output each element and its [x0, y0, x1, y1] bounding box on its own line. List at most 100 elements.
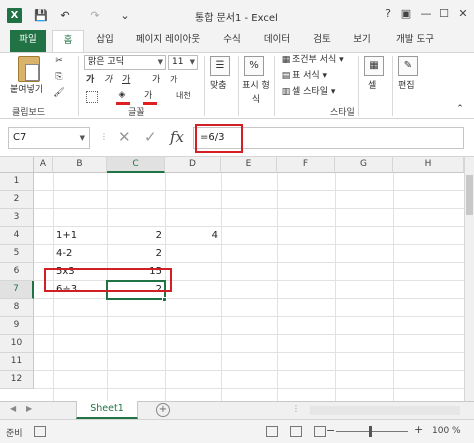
- zoom-slider[interactable]: [336, 431, 408, 432]
- font-color-icon[interactable]: 가: [144, 89, 152, 103]
- paste-icon[interactable]: [18, 56, 40, 82]
- insert-function-icon[interactable]: fx: [170, 128, 184, 146]
- ribbon-display-button[interactable]: ▣: [398, 6, 414, 22]
- horizontal-scrollbar[interactable]: [310, 406, 460, 415]
- excel-logo-icon: X: [7, 8, 22, 23]
- collapse-ribbon-icon[interactable]: ⌃: [454, 103, 466, 115]
- vertical-scroll-thumb[interactable]: [466, 175, 473, 215]
- cells-button[interactable]: 셀: [368, 79, 376, 93]
- sheet-tab-sheet1[interactable]: Sheet1: [76, 401, 138, 419]
- tab-insert[interactable]: 삽입: [88, 30, 122, 52]
- row-header-2[interactable]: 2: [0, 191, 34, 209]
- cell-c4[interactable]: 2: [107, 227, 165, 245]
- cell-c5[interactable]: 2: [107, 245, 165, 263]
- phonetic-icon[interactable]: 내천: [176, 89, 191, 103]
- fill-handle[interactable]: [162, 297, 167, 302]
- fill-color-icon[interactable]: ◈: [116, 89, 128, 101]
- macro-record-icon[interactable]: [34, 426, 46, 437]
- tab-formulas[interactable]: 수식: [214, 30, 250, 52]
- tab-file[interactable]: 파일: [10, 30, 46, 52]
- row-header-8[interactable]: 8: [0, 299, 34, 317]
- normal-view-icon[interactable]: [266, 426, 278, 437]
- border-icon[interactable]: [86, 91, 98, 103]
- zoom-slider-thumb[interactable]: [369, 426, 372, 437]
- column-header-c[interactable]: C: [107, 157, 165, 173]
- cell-d4[interactable]: 4: [165, 227, 221, 245]
- alignment-button[interactable]: 맞춤: [210, 79, 227, 93]
- sheet-tab-bar: ◀ ▶ Sheet1 + ⋮: [0, 401, 474, 419]
- row-header-9[interactable]: 9: [0, 317, 34, 335]
- group-separator: [78, 56, 79, 116]
- row-header-1[interactable]: 1: [0, 173, 34, 191]
- gridline: [34, 190, 464, 191]
- add-sheet-icon[interactable]: +: [156, 403, 170, 417]
- conditional-format-button[interactable]: ▦ 조건부 서식 ▾: [280, 53, 344, 67]
- row-header-10[interactable]: 10: [0, 335, 34, 353]
- tab-review[interactable]: 검토: [304, 30, 340, 52]
- formula-highlight-box: [195, 124, 243, 153]
- zoom-out-icon[interactable]: −: [326, 424, 335, 437]
- tab-split-grip-icon[interactable]: ⋮: [292, 404, 300, 413]
- paste-button[interactable]: 붙여넣기: [10, 83, 43, 97]
- cell-b5[interactable]: 4-2: [53, 245, 107, 263]
- bold-icon[interactable]: 가: [86, 73, 94, 87]
- tab-home[interactable]: 홈: [52, 30, 84, 53]
- column-header-d[interactable]: D: [165, 157, 221, 173]
- number-format-button[interactable]: 표시 형식: [240, 79, 272, 107]
- save-icon[interactable]: 💾: [34, 8, 48, 23]
- page-break-view-icon[interactable]: [314, 426, 326, 437]
- help-button[interactable]: ?: [380, 6, 396, 22]
- enter-icon[interactable]: ✓: [144, 128, 157, 146]
- format-as-table-button[interactable]: ▤ 표 서식 ▾: [280, 69, 327, 83]
- tab-page-layout[interactable]: 페이지 레이아웃: [126, 30, 210, 52]
- column-header-f[interactable]: F: [277, 157, 335, 173]
- row-header-4[interactable]: 4: [0, 227, 34, 245]
- cells-icon[interactable]: ▦: [364, 56, 384, 76]
- select-all-corner[interactable]: [0, 157, 34, 173]
- underline-icon[interactable]: 가: [122, 73, 130, 87]
- undo-icon[interactable]: ↶: [58, 8, 72, 23]
- column-header-b[interactable]: B: [53, 157, 107, 173]
- row-header-5[interactable]: 5: [0, 245, 34, 263]
- column-header-g[interactable]: G: [335, 157, 393, 173]
- page-layout-view-icon[interactable]: [290, 426, 302, 437]
- editing-button[interactable]: 편집: [398, 79, 415, 93]
- row-header-6[interactable]: 6: [0, 263, 34, 281]
- format-painter-icon[interactable]: 🖌: [53, 87, 65, 99]
- cancel-icon[interactable]: ✕: [118, 128, 131, 146]
- grow-font-icon[interactable]: 가: [152, 73, 160, 87]
- editing-icon[interactable]: ✎: [398, 56, 418, 76]
- customize-qat-icon[interactable]: ⌄: [118, 8, 132, 23]
- row-header-7[interactable]: 7: [0, 281, 34, 299]
- column-header-h[interactable]: H: [393, 157, 464, 173]
- font-name-select[interactable]: 맑은 고딕 ▼: [84, 55, 166, 70]
- minimize-button[interactable]: —: [418, 6, 434, 22]
- row-header-12[interactable]: 12: [0, 371, 34, 389]
- maximize-button[interactable]: ☐: [436, 6, 452, 22]
- percent-icon[interactable]: %: [244, 56, 264, 76]
- next-sheet-icon[interactable]: ▶: [26, 404, 32, 413]
- row-header-11[interactable]: 11: [0, 353, 34, 371]
- align-icon[interactable]: ☰: [210, 56, 230, 76]
- copy-icon[interactable]: ⎘: [53, 71, 65, 83]
- tab-developer[interactable]: 개발 도구: [386, 30, 444, 52]
- row-header-3[interactable]: 3: [0, 209, 34, 227]
- prev-sheet-icon[interactable]: ◀: [10, 404, 16, 413]
- zoom-in-icon[interactable]: +: [414, 423, 423, 436]
- cut-icon[interactable]: ✂: [53, 55, 65, 67]
- cell-b4[interactable]: 1+1: [53, 227, 107, 245]
- italic-icon[interactable]: 가: [104, 73, 112, 87]
- zoom-level[interactable]: 100 %: [432, 426, 461, 436]
- close-button[interactable]: ✕: [455, 6, 471, 22]
- vertical-scrollbar[interactable]: [464, 157, 474, 401]
- column-header-a[interactable]: A: [34, 157, 53, 173]
- tab-view[interactable]: 보기: [344, 30, 380, 52]
- shrink-font-icon[interactable]: 가: [170, 73, 177, 87]
- redo-icon[interactable]: ↷: [88, 8, 102, 23]
- name-box[interactable]: C7 ▼: [8, 127, 90, 149]
- cell-styles-button[interactable]: ▥ 셀 스타일 ▾: [280, 85, 336, 99]
- column-header-e[interactable]: E: [221, 157, 277, 173]
- gridline: [34, 352, 464, 353]
- tab-data[interactable]: 데이터: [256, 30, 298, 52]
- font-size-select[interactable]: 11 ▼: [168, 55, 198, 70]
